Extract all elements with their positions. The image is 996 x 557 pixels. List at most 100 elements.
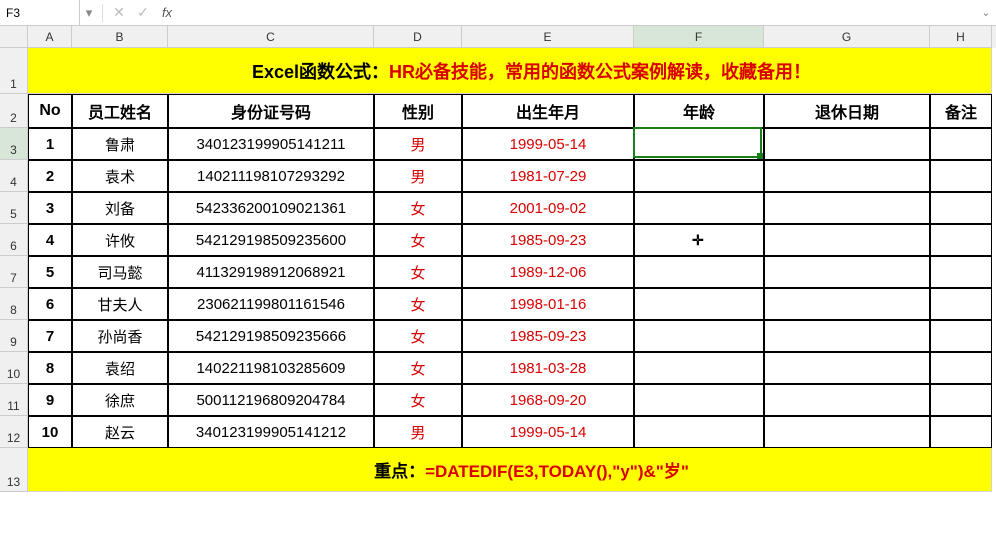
cell-age[interactable]: [634, 384, 764, 416]
select-all-corner[interactable]: [0, 26, 28, 48]
cancel-icon[interactable]: ✕: [107, 4, 131, 21]
column-header-C[interactable]: C: [168, 26, 374, 48]
cell-age[interactable]: [634, 224, 764, 256]
column-header-D[interactable]: D: [374, 26, 462, 48]
cell-birth[interactable]: 1981-07-29: [462, 160, 634, 192]
cell-birth[interactable]: 1985-09-23: [462, 224, 634, 256]
row-header-11[interactable]: 11: [0, 384, 28, 416]
cell-id[interactable]: 542129198509235666: [168, 320, 374, 352]
cell-retire[interactable]: [764, 352, 930, 384]
row-header-1[interactable]: 1: [0, 48, 28, 94]
row-header-12[interactable]: 12: [0, 416, 28, 448]
row-header-4[interactable]: 4: [0, 160, 28, 192]
cell-note[interactable]: [930, 192, 992, 224]
cell-name[interactable]: 徐庶: [72, 384, 168, 416]
cells-area[interactable]: Excel函数公式：HR必备技能，常用的函数公式案例解读，收藏备用！ No 员工…: [28, 48, 996, 492]
cell-retire[interactable]: [764, 128, 930, 160]
cell-gender[interactable]: 女: [374, 256, 462, 288]
cell-age[interactable]: [634, 160, 764, 192]
cell-note[interactable]: [930, 160, 992, 192]
header-note[interactable]: 备注: [930, 94, 992, 128]
cell[interactable]: [28, 448, 72, 492]
row-header-5[interactable]: 5: [0, 192, 28, 224]
cell-no[interactable]: 4: [28, 224, 72, 256]
cell-birth[interactable]: 1999-05-14: [462, 128, 634, 160]
cell-gender[interactable]: 女: [374, 352, 462, 384]
cell-note[interactable]: [930, 416, 992, 448]
header-birth[interactable]: 出生年月: [462, 94, 634, 128]
cell-name[interactable]: 司马懿: [72, 256, 168, 288]
cell-name[interactable]: 刘备: [72, 192, 168, 224]
cell-age[interactable]: [634, 128, 764, 160]
cell-no[interactable]: 5: [28, 256, 72, 288]
cell-no[interactable]: 10: [28, 416, 72, 448]
cell-no[interactable]: 2: [28, 160, 72, 192]
cell-age[interactable]: [634, 192, 764, 224]
cell-name[interactable]: 袁绍: [72, 352, 168, 384]
column-header-B[interactable]: B: [72, 26, 168, 48]
name-box[interactable]: [0, 0, 80, 25]
cell-age[interactable]: [634, 352, 764, 384]
header-name[interactable]: 员工姓名: [72, 94, 168, 128]
cell-birth[interactable]: 1999-05-14: [462, 416, 634, 448]
cell-retire[interactable]: [764, 256, 930, 288]
cell-name[interactable]: 甘夫人: [72, 288, 168, 320]
name-box-dropdown-icon[interactable]: ▾: [80, 5, 98, 21]
cell-no[interactable]: 9: [28, 384, 72, 416]
cell-birth[interactable]: 1985-09-23: [462, 320, 634, 352]
row-header-10[interactable]: 10: [0, 352, 28, 384]
banner-cell[interactable]: Excel函数公式：HR必备技能，常用的函数公式案例解读，收藏备用！: [72, 48, 992, 94]
cell-retire[interactable]: [764, 320, 930, 352]
column-header-E[interactable]: E: [462, 26, 634, 48]
cell-retire[interactable]: [764, 288, 930, 320]
cell-gender[interactable]: 女: [374, 192, 462, 224]
row-header-3[interactable]: 3: [0, 128, 28, 160]
cell-id[interactable]: 140211198107293292: [168, 160, 374, 192]
header-no[interactable]: No: [28, 94, 72, 128]
cell-retire[interactable]: [764, 224, 930, 256]
cell-name[interactable]: 许攸: [72, 224, 168, 256]
column-header-H[interactable]: H: [930, 26, 992, 48]
cell-age[interactable]: [634, 416, 764, 448]
cell-birth[interactable]: 1998-01-16: [462, 288, 634, 320]
fx-icon[interactable]: fx: [155, 5, 179, 20]
header-id[interactable]: 身份证号码: [168, 94, 374, 128]
cell-id[interactable]: 230621199801161546: [168, 288, 374, 320]
cell-birth[interactable]: 1968-09-20: [462, 384, 634, 416]
cell-name[interactable]: 袁术: [72, 160, 168, 192]
row-header-7[interactable]: 7: [0, 256, 28, 288]
cell-retire[interactable]: [764, 384, 930, 416]
cell-id[interactable]: 340123199905141212: [168, 416, 374, 448]
cell-id[interactable]: 340123199905141211: [168, 128, 374, 160]
cell-retire[interactable]: [764, 416, 930, 448]
row-header-2[interactable]: 2: [0, 94, 28, 128]
cell-birth[interactable]: 1981-03-28: [462, 352, 634, 384]
cell-note[interactable]: [930, 128, 992, 160]
column-header-F[interactable]: F: [634, 26, 764, 48]
cell-gender[interactable]: 女: [374, 224, 462, 256]
cell-name[interactable]: 鲁肃: [72, 128, 168, 160]
cell-note[interactable]: [930, 288, 992, 320]
row-header-13[interactable]: 13: [0, 448, 28, 492]
cell-retire[interactable]: [764, 192, 930, 224]
cell-no[interactable]: 7: [28, 320, 72, 352]
cell-id[interactable]: 140221198103285609: [168, 352, 374, 384]
cell-age[interactable]: [634, 256, 764, 288]
cell-note[interactable]: [930, 320, 992, 352]
cell-note[interactable]: [930, 224, 992, 256]
cell-gender[interactable]: 男: [374, 160, 462, 192]
column-header-G[interactable]: G: [764, 26, 930, 48]
cell-no[interactable]: 1: [28, 128, 72, 160]
expand-formula-icon[interactable]: ⌄: [976, 6, 996, 19]
cell-name[interactable]: 孙尚香: [72, 320, 168, 352]
column-header-A[interactable]: A: [28, 26, 72, 48]
cell-no[interactable]: 6: [28, 288, 72, 320]
cell-no[interactable]: 3: [28, 192, 72, 224]
cell-id[interactable]: 411329198912068921: [168, 256, 374, 288]
cell-name[interactable]: 赵云: [72, 416, 168, 448]
footer-cell[interactable]: 重点：=DATEDIF(E3,TODAY(),"y")&"岁": [72, 448, 992, 492]
cell-gender[interactable]: 男: [374, 416, 462, 448]
header-retire[interactable]: 退休日期: [764, 94, 930, 128]
cell-note[interactable]: [930, 352, 992, 384]
cell-gender[interactable]: 女: [374, 320, 462, 352]
